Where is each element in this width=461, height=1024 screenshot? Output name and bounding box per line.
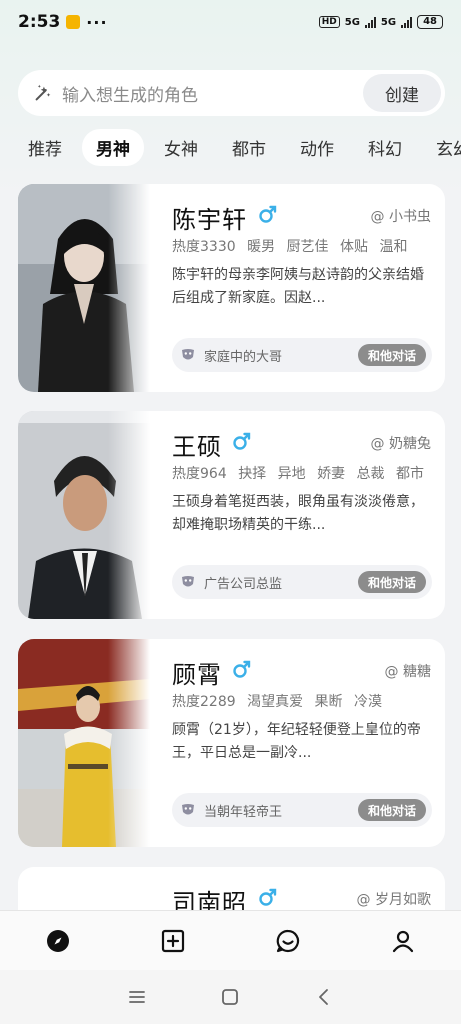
author-label[interactable]: @ 奶糖兔 <box>371 433 431 453</box>
chat-with-him-button[interactable]: 和他对话 <box>357 344 426 366</box>
tab-recommend[interactable]: 推荐 <box>14 129 76 166</box>
tab-action[interactable]: 动作 <box>286 129 348 166</box>
tab-fantasy[interactable]: 玄幻 <box>422 129 461 166</box>
heat-label: 热度3330 <box>172 239 236 255</box>
heat-label: 热度2289 <box>172 694 236 710</box>
tab-urban[interactable]: 都市 <box>218 129 280 166</box>
system-nav-bar <box>0 970 461 1024</box>
search-input[interactable]: 输入想生成的角色 <box>62 81 198 106</box>
male-icon <box>233 660 251 678</box>
character-name: 陈宇轩 <box>172 206 247 234</box>
tab-female-gods[interactable]: 女神 <box>150 129 212 166</box>
tag-row: 热度964 抉择 异地 娇妻 总裁 都市 <box>172 463 431 483</box>
network-label-2: 5G <box>380 16 397 28</box>
search-bar[interactable]: 输入想生成的角色 创建 <box>18 70 445 116</box>
bottom-nav <box>0 910 461 970</box>
nav-messages[interactable] <box>231 928 346 954</box>
home-square-icon[interactable] <box>219 986 241 1008</box>
role-bar: 家庭中的大哥 和他对话 <box>172 338 432 372</box>
tag: 暖男 <box>247 239 276 255</box>
chat-with-him-button[interactable]: 和他对话 <box>357 571 426 593</box>
chat-with-him-button[interactable]: 和他对话 <box>357 799 426 821</box>
network-label-1: 5G <box>344 16 360 28</box>
character-card[interactable]: 陈宇轩 @ 小书虫 热度3330 暖男 厨艺佳 体贴 温和 陈宇轩的母亲李阿姨与… <box>18 184 445 392</box>
notification-app-icon <box>66 15 81 29</box>
nav-discover[interactable] <box>0 928 115 954</box>
tag: 温和 <box>379 239 408 255</box>
plus-square-icon <box>161 929 184 952</box>
role-label: 家庭中的大哥 <box>204 349 283 365</box>
status-right: HD 5G 5G 48 <box>318 15 443 29</box>
signal-icon-2 <box>401 16 413 28</box>
menu-icon[interactable] <box>126 986 148 1008</box>
status-more-dots: ··· <box>86 12 108 32</box>
signal-icon <box>364 16 376 28</box>
hd-badge: HD <box>318 16 340 28</box>
sparkle-icon <box>35 84 51 101</box>
character-portrait <box>18 184 150 392</box>
character-card[interactable]: 王硕 @ 奶糖兔 热度964 抉择 异地 娇妻 总裁 都市 王硕身着笔挺西装，眼… <box>18 411 445 619</box>
male-icon <box>233 432 251 450</box>
role-bar: 广告公司总监 和他对话 <box>172 565 432 599</box>
tag: 总裁 <box>356 466 385 482</box>
mask-icon <box>182 576 194 587</box>
tag: 厨艺佳 <box>286 239 329 255</box>
status-bar: 2:53 ··· HD 5G 5G 48 <box>0 0 461 44</box>
nav-create[interactable] <box>115 928 230 954</box>
role-label: 当朝年轻帝王 <box>204 804 283 820</box>
male-icon <box>259 205 277 223</box>
nav-profile[interactable] <box>346 928 461 954</box>
role-label: 广告公司总监 <box>204 576 283 592</box>
tag-row: 热度2289 渴望真爱 果断 冷漠 <box>172 691 389 711</box>
tag-row: 热度3330 暖男 厨艺佳 体贴 温和 <box>172 236 414 256</box>
tag: 娇妻 <box>317 466 346 482</box>
status-time: 2:53 <box>18 12 61 32</box>
author-label[interactable]: @ 岁月如歌 <box>357 889 431 909</box>
role-bar: 当朝年轻帝王 和他对话 <box>172 793 432 827</box>
character-portrait <box>18 639 150 847</box>
tab-male-gods[interactable]: 男神 <box>82 128 144 166</box>
character-description: 陈宇轩的母亲李阿姨与赵诗韵的父亲结婚后组成了新家庭。因赵... <box>172 267 424 306</box>
heat-label: 热度964 <box>172 466 227 482</box>
tag: 异地 <box>277 466 306 482</box>
author-label[interactable]: @ 小书虫 <box>371 206 431 226</box>
mask-icon <box>182 804 194 815</box>
author-label[interactable]: @ 糖糖 <box>385 661 431 681</box>
profile-icon <box>393 930 414 952</box>
tag: 冷漠 <box>354 694 382 710</box>
create-button[interactable]: 创建 <box>363 74 441 112</box>
back-arrow-icon[interactable] <box>313 986 335 1008</box>
tag: 抉择 <box>238 466 267 482</box>
tag: 都市 <box>396 466 424 482</box>
tag: 渴望真爱 <box>247 694 304 710</box>
character-card[interactable]: 顾霄 @ 糖糖 热度2289 渴望真爱 果断 冷漠 顾霄（21岁），年纪轻轻便登… <box>18 639 445 847</box>
battery-icon: 48 <box>417 15 443 29</box>
tab-scifi[interactable]: 科幻 <box>354 129 416 166</box>
tag: 体贴 <box>340 239 368 255</box>
character-description: 顾霄（21岁），年纪轻轻便登上皇位的帝王，平日总是一副冷... <box>172 722 421 761</box>
male-icon <box>259 888 277 906</box>
category-tabs: 推荐 男神 女神 都市 动作 科幻 玄幻 <box>0 128 461 166</box>
character-name: 顾霄 <box>172 661 222 689</box>
chat-bubble-icon <box>276 929 300 952</box>
character-portrait <box>18 411 150 619</box>
character-description: 王硕身着笔挺西装，眼角虽有淡淡倦意，却难掩职场精英的干练... <box>172 494 424 533</box>
character-name: 王硕 <box>172 433 222 461</box>
compass-icon <box>46 929 69 952</box>
mask-icon <box>182 349 194 360</box>
tag: 果断 <box>314 694 343 710</box>
